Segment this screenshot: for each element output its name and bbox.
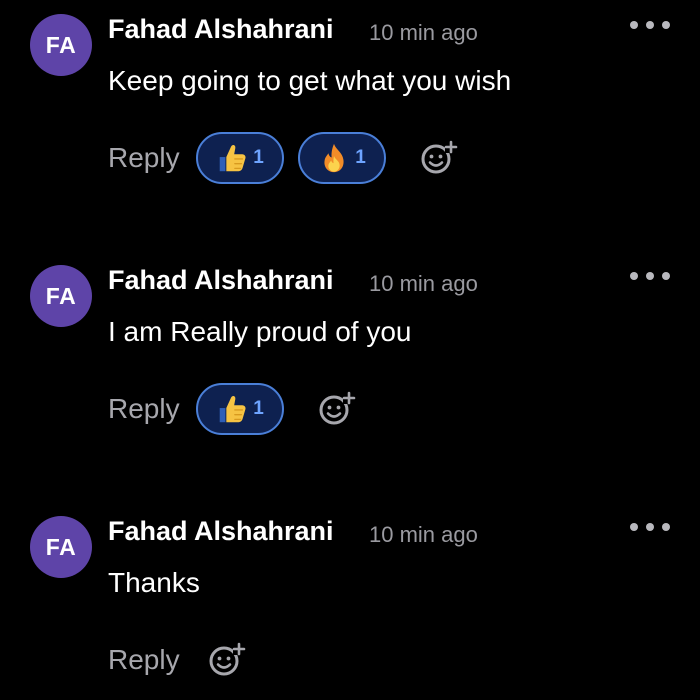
avatar[interactable]: FA bbox=[30, 14, 92, 76]
thumbs-up-emoji-icon bbox=[220, 395, 246, 423]
comment-item: FA Fahad Alshahrani 10 min ago Keep goin… bbox=[0, 0, 700, 251]
comment-time: 10 min ago bbox=[369, 522, 478, 547]
reaction-count: 1 bbox=[355, 147, 366, 168]
author-name[interactable]: Fahad Alshahrani bbox=[108, 265, 334, 296]
author-name[interactable]: Fahad Alshahrani bbox=[108, 14, 334, 45]
more-options-icon[interactable] bbox=[630, 516, 670, 538]
comment-text: Thanks bbox=[108, 567, 200, 598]
add-reaction-icon[interactable] bbox=[206, 640, 246, 680]
avatar[interactable]: FA bbox=[30, 265, 92, 327]
comment-actions: Reply 1 bbox=[108, 381, 356, 437]
comment-text: I am Really proud of you bbox=[108, 316, 412, 347]
comment-item: FA Fahad Alshahrani 10 min ago Thanks Re… bbox=[0, 502, 700, 700]
more-options-icon[interactable] bbox=[630, 265, 670, 287]
reaction-count: 1 bbox=[253, 398, 264, 419]
comment-time: 10 min ago bbox=[369, 271, 478, 296]
reaction-count: 1 bbox=[253, 147, 264, 168]
reply-button[interactable]: Reply bbox=[108, 644, 180, 676]
reaction-thumbs-up[interactable]: 1 bbox=[195, 383, 284, 435]
reply-button[interactable]: Reply bbox=[108, 142, 180, 174]
comment-actions: Reply 1 1 bbox=[108, 130, 458, 186]
author-name[interactable]: Fahad Alshahrani bbox=[108, 516, 334, 547]
thumbs-up-emoji-icon bbox=[220, 144, 246, 172]
add-reaction-icon[interactable] bbox=[418, 138, 458, 178]
more-options-icon[interactable] bbox=[630, 14, 670, 36]
comment-item: FA Fahad Alshahrani 10 min ago I am Real… bbox=[0, 251, 700, 502]
comment-text: Keep going to get what you wish bbox=[108, 65, 512, 96]
reaction-fire[interactable]: 1 bbox=[297, 132, 386, 184]
add-reaction-icon[interactable] bbox=[316, 389, 356, 429]
fire-emoji-icon bbox=[324, 143, 344, 173]
reaction-thumbs-up[interactable]: 1 bbox=[195, 132, 284, 184]
comment-actions: Reply bbox=[108, 632, 246, 688]
comment-time: 10 min ago bbox=[369, 20, 478, 45]
reply-button[interactable]: Reply bbox=[108, 393, 180, 425]
avatar[interactable]: FA bbox=[30, 516, 92, 578]
